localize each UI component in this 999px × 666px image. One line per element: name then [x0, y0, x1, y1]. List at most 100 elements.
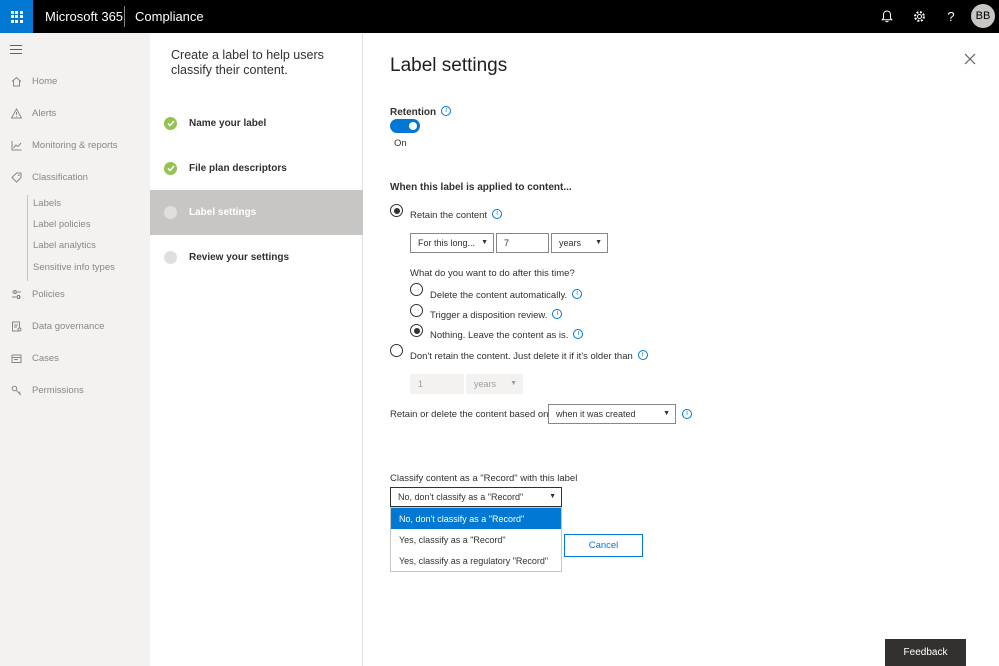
checkmark-icon	[164, 117, 177, 130]
brand-divider	[124, 6, 125, 27]
top-bar: Microsoft 365 Compliance ? BB	[0, 0, 999, 33]
nav-item-cases[interactable]: Cases	[0, 348, 150, 368]
info-icon[interactable]: i	[492, 208, 503, 219]
retention-value-input[interactable]: 7	[496, 233, 549, 253]
select-value: years	[559, 238, 582, 248]
dont-retain-radio[interactable]	[390, 344, 403, 357]
retention-heading: Retention i	[390, 102, 452, 120]
wizard-step-label: File plan descriptors	[189, 163, 287, 174]
section-heading: When this label is applied to content...	[390, 182, 572, 193]
input-value: 7	[504, 238, 510, 248]
option-label: Don't retain the content. Just delete it…	[410, 351, 633, 362]
delete-after-value-input[interactable]: 1	[410, 374, 464, 394]
retain-content-radio[interactable]	[390, 204, 403, 217]
brand-name[interactable]: Microsoft 365	[45, 9, 123, 24]
nav-item-policies[interactable]: Policies	[0, 284, 150, 304]
nav-label: Classification	[32, 171, 88, 183]
input-value: 1	[418, 379, 424, 389]
nav-label: Alerts	[32, 107, 57, 119]
gear-icon[interactable]	[911, 8, 927, 24]
retention-unit-select[interactable]: years ▼	[551, 233, 608, 253]
nav-item-alerts[interactable]: Alerts	[0, 103, 150, 123]
option-label: Delete the content automatically.	[430, 290, 568, 301]
option-label: Trigger a disposition review.	[430, 310, 548, 321]
app-name[interactable]: Compliance	[135, 9, 204, 24]
retention-period-select[interactable]: For this long... ▼	[410, 233, 494, 253]
nav-item-permissions[interactable]: Permissions	[0, 380, 150, 400]
retention-toggle[interactable]	[390, 119, 420, 133]
nav-label: Data governance	[32, 320, 105, 332]
record-option-yes[interactable]: Yes, classify as a "Record"	[391, 529, 561, 550]
wizard-panel: Create a label to help users classify th…	[150, 33, 363, 666]
after-period-question: What do you want to do after this time?	[410, 268, 575, 279]
wizard-step-label-settings[interactable]: Label settings	[150, 190, 363, 235]
based-on-label: Retain or delete the content based on	[390, 409, 549, 420]
retain-content-label: Retain the content	[410, 210, 488, 221]
info-icon[interactable]: i	[441, 105, 452, 116]
page-title: Label settings	[390, 55, 508, 76]
hamburger-menu-icon[interactable]	[10, 45, 22, 57]
option-label: Nothing. Leave the content as is.	[430, 330, 569, 341]
info-icon[interactable]: i	[573, 328, 584, 339]
info-icon[interactable]: i	[637, 349, 648, 360]
record-option-regulatory[interactable]: Yes, classify as a regulatory "Record"	[391, 550, 561, 571]
wizard-step-file-plan-descriptors[interactable]: File plan descriptors	[150, 146, 363, 191]
record-select[interactable]: No, don't classify as a "Record" ▼	[390, 487, 562, 507]
tag-icon	[10, 171, 22, 183]
waffle-icon	[10, 10, 23, 23]
lock-icon	[10, 320, 22, 332]
nav-label: Home	[32, 75, 58, 87]
checkmark-icon	[164, 162, 177, 175]
label-settings-panel: Label settings Retention i On When this l…	[364, 33, 999, 666]
subnav-indicator	[27, 195, 28, 281]
leave-content-radio[interactable]	[410, 324, 423, 337]
chevron-down-icon: ▼	[595, 239, 602, 246]
subnav-item-sensitive-info-types[interactable]: Sensitive info types	[33, 260, 115, 276]
chevron-down-icon: ▼	[481, 239, 488, 246]
delete-after-unit-select[interactable]: years ▼	[466, 374, 523, 394]
based-on-select[interactable]: when it was created ▼	[548, 404, 676, 424]
nav-item-classification[interactable]: Classification	[0, 167, 150, 187]
retention-label: Retention	[390, 107, 437, 118]
subnav-item-label-policies[interactable]: Label policies	[33, 217, 91, 233]
subnav-item-label-analytics[interactable]: Label analytics	[33, 238, 96, 254]
info-icon[interactable]: i	[572, 288, 583, 299]
nav-item-monitoring-reports[interactable]: Monitoring & reports	[0, 135, 150, 155]
disposition-review-radio[interactable]	[410, 304, 423, 317]
leave-content-option: Nothing. Leave the content as is. i	[430, 325, 584, 343]
nav-item-data-governance[interactable]: Data governance	[0, 316, 150, 336]
nav-label: Cases	[32, 352, 59, 364]
select-value: For this long...	[418, 238, 476, 248]
nav-item-home[interactable]: Home	[0, 71, 150, 91]
select-value: No, don't classify as a "Record"	[398, 492, 524, 502]
dont-retain-option: Don't retain the content. Just delete it…	[410, 346, 648, 364]
sliders-icon	[10, 288, 22, 300]
record-dropdown-menu: No, don't classify as a "Record" Yes, cl…	[390, 507, 562, 572]
wizard-step-label: Label settings	[189, 207, 257, 218]
bell-icon[interactable]	[879, 8, 895, 24]
info-icon[interactable]: i	[552, 308, 563, 319]
app-launcher-button[interactable]	[0, 0, 33, 33]
record-option-no[interactable]: No, don't classify as a "Record"	[391, 508, 561, 529]
wizard-step-review-your-settings[interactable]: Review your settings	[150, 235, 363, 280]
wizard-step-name-your-label[interactable]: Name your label	[150, 101, 363, 146]
toggle-state-text: On	[394, 138, 407, 149]
chevron-down-icon: ▼	[663, 410, 670, 417]
cancel-button[interactable]: Cancel	[564, 534, 643, 557]
close-icon[interactable]	[963, 52, 977, 66]
feedback-button[interactable]: Feedback	[885, 639, 966, 666]
info-icon[interactable]: i	[682, 409, 692, 419]
key-icon	[10, 384, 22, 396]
wizard-step-label: Name your label	[189, 118, 267, 129]
delete-automatically-radio[interactable]	[410, 283, 423, 296]
left-navigation: Home Alerts Monitoring & reports Classif…	[0, 33, 150, 666]
disposition-review-option: Trigger a disposition review. i	[430, 305, 563, 323]
avatar[interactable]: BB	[971, 4, 995, 28]
select-value: years	[474, 379, 497, 389]
help-icon[interactable]: ?	[943, 8, 959, 24]
wizard-step-label: Review your settings	[189, 252, 290, 263]
chevron-down-icon: ▼	[549, 493, 556, 500]
alert-icon	[10, 107, 22, 119]
nav-label: Policies	[32, 288, 65, 300]
subnav-item-labels[interactable]: Labels	[33, 196, 61, 212]
